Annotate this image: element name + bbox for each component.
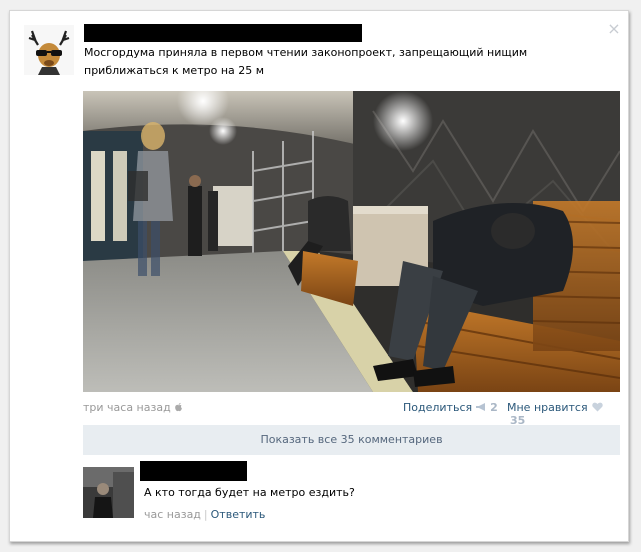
share-count: 2 xyxy=(490,401,498,414)
share-label: Поделиться xyxy=(403,401,473,414)
post-time-label: три часа назад xyxy=(83,401,171,414)
comment-time[interactable]: час назад xyxy=(144,508,201,521)
post-card: × Мосгордума приняла в первом чтении зак… xyxy=(9,10,629,542)
like-button[interactable]: Мне нравится35 xyxy=(507,401,620,427)
comment-meta: час назад | Ответить xyxy=(144,508,265,521)
heart-icon xyxy=(591,402,603,412)
megaphone-icon xyxy=(476,403,486,411)
post-meta-row: три часа назад Поделиться 2 Мне нравится3… xyxy=(83,401,620,427)
author-name-redacted xyxy=(84,24,362,42)
reply-link[interactable]: Ответить xyxy=(211,508,266,521)
close-icon[interactable]: × xyxy=(607,21,621,37)
apple-icon xyxy=(174,402,182,412)
deer-logo xyxy=(24,25,74,75)
comment-avatar[interactable] xyxy=(83,467,134,518)
like-label: Мне нравится xyxy=(507,401,588,414)
comment-meta-separator: | xyxy=(203,508,208,521)
commenter-name-redacted xyxy=(140,461,247,481)
share-button[interactable]: Поделиться 2 xyxy=(403,401,498,414)
commenter-photo xyxy=(83,467,134,518)
post-text: Мосгордума приняла в первом чтении закон… xyxy=(84,46,528,77)
show-all-comments-button[interactable]: Показать все 35 комментариев xyxy=(83,425,620,455)
post-time[interactable]: три часа назад xyxy=(83,401,183,414)
post-photo[interactable] xyxy=(83,91,620,392)
group-avatar[interactable] xyxy=(24,25,74,75)
metro-station-photo xyxy=(83,91,620,392)
comment-text: А кто тогда будет на метро ездить? xyxy=(144,486,355,499)
